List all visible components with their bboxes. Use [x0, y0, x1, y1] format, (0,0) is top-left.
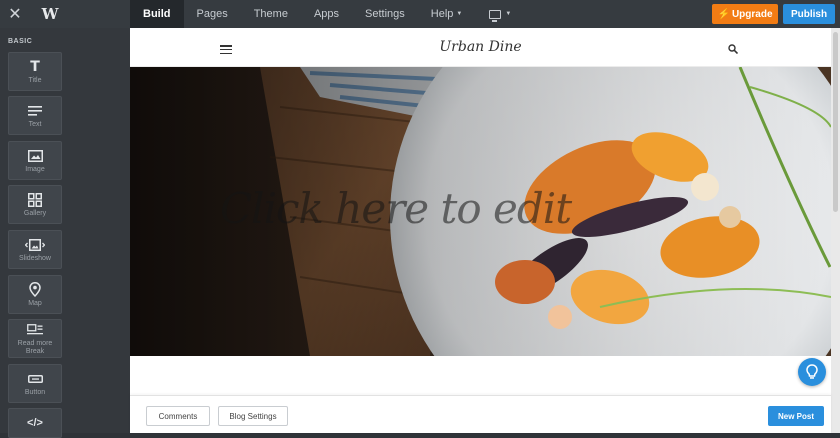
sidebar-item-button[interactable]: Button — [8, 364, 62, 403]
element-sidebar: BASIC T Title Text Image Gallery Slidesh… — [0, 28, 130, 438]
section-heading: BASIC — [8, 38, 33, 45]
sidebar-item-slideshow[interactable]: Slideshow — [8, 230, 62, 269]
scrollbar-thumb[interactable] — [833, 32, 838, 212]
new-post-button[interactable]: New Post — [768, 406, 824, 426]
site-header: Urban Dine — [130, 28, 831, 67]
title-icon: T — [30, 58, 40, 75]
tab-build[interactable]: Build — [130, 0, 184, 28]
monitor-icon — [489, 9, 502, 22]
text-icon — [28, 103, 42, 119]
tab-settings[interactable]: Settings — [352, 0, 418, 28]
search-icon[interactable] — [728, 44, 738, 54]
blog-footer-bar: Comments Blog Settings New Post — [130, 395, 831, 433]
button-icon — [27, 371, 43, 387]
gallery-icon — [28, 192, 42, 208]
chevron-down-icon: ▼ — [456, 11, 463, 17]
main-nav: Build Pages Theme Apps Settings Help ▼ ▼ — [130, 0, 525, 28]
tab-theme[interactable]: Theme — [241, 0, 301, 28]
upgrade-button[interactable]: ⚡ Upgrade — [712, 4, 778, 24]
tab-pages[interactable]: Pages — [184, 0, 241, 28]
sidebar-item-title[interactable]: T Title — [8, 52, 62, 91]
sidebar-item-map[interactable]: Map — [8, 275, 62, 314]
device-toggle[interactable]: ▼ — [475, 9, 525, 22]
sidebar-item-gallery[interactable]: Gallery — [8, 185, 62, 224]
blog-settings-button[interactable]: Blog Settings — [218, 406, 288, 426]
help-lightbulb-button[interactable] — [798, 358, 826, 386]
tab-apps[interactable]: Apps — [301, 0, 352, 28]
hero-banner[interactable]: Click here to edit — [130, 67, 831, 356]
slideshow-icon — [25, 237, 45, 253]
site-brand[interactable]: Urban Dine — [130, 39, 831, 55]
tab-help[interactable]: Help ▼ — [418, 0, 476, 28]
lightbulb-icon — [806, 364, 818, 379]
sidebar-item-code[interactable]: </> — [8, 408, 62, 438]
lightning-icon: ⚡ — [717, 8, 730, 20]
read-more-icon — [27, 322, 43, 338]
comments-button[interactable]: Comments — [146, 406, 210, 426]
weebly-logo[interactable]: W — [30, 0, 70, 28]
chevron-down-icon: ▼ — [505, 11, 512, 17]
image-icon — [27, 148, 43, 164]
sidebar-item-read-more-break[interactable]: Read more Break — [8, 319, 62, 358]
hero-title[interactable]: Click here to edit — [220, 184, 572, 233]
sidebar-item-text[interactable]: Text — [8, 96, 62, 135]
sidebar-item-image[interactable]: Image — [8, 141, 62, 180]
publish-button[interactable]: Publish — [783, 4, 835, 24]
close-icon[interactable]: ✕ — [0, 0, 30, 28]
map-pin-icon — [29, 282, 41, 298]
code-icon: </> — [27, 417, 43, 429]
